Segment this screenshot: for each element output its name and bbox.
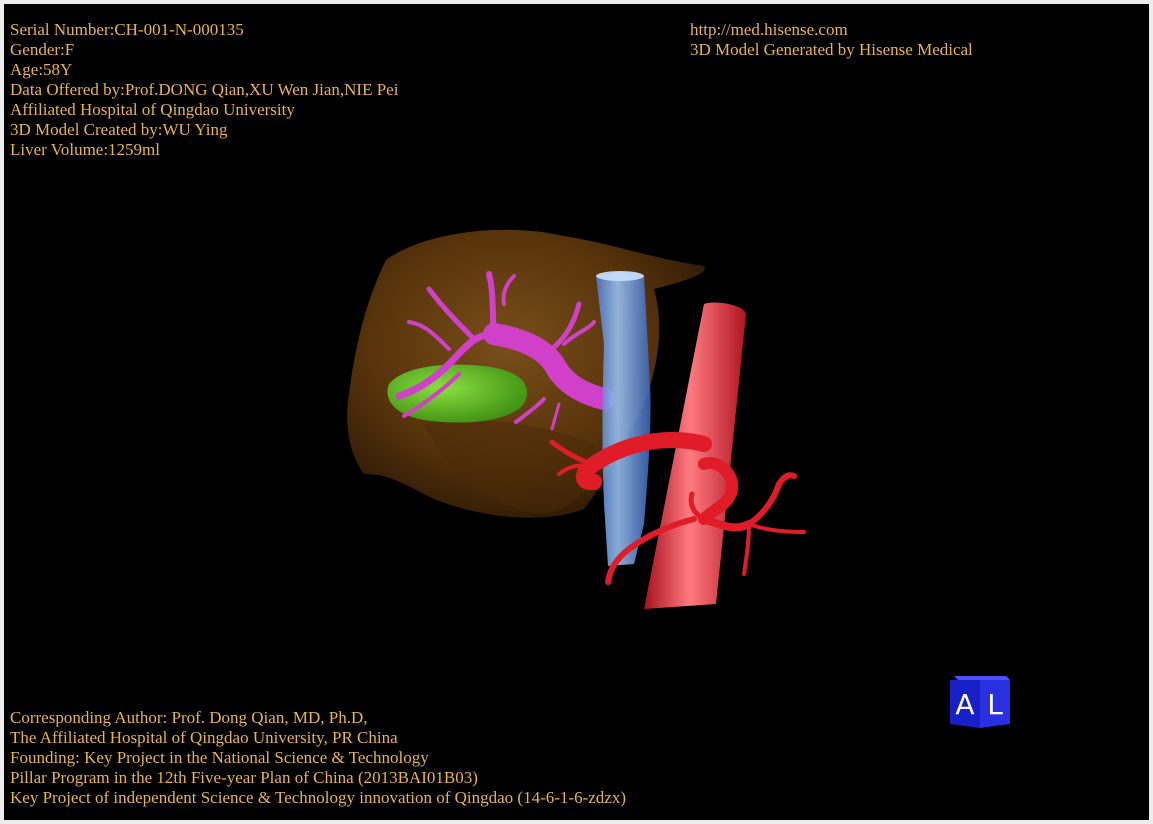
- age-label: Age:58Y: [10, 60, 73, 79]
- credit-line-3: Founding: Key Project in the National Sc…: [10, 748, 429, 767]
- generator-label: 3D Model Generated by Hisense Medical: [690, 40, 973, 59]
- credits-panel: Corresponding Author: Prof. Dong Qian, M…: [10, 708, 626, 808]
- credit-line-4: Pillar Program in the 12th Five-year Pla…: [10, 768, 478, 787]
- vena-cava-model[interactable]: [596, 271, 651, 566]
- branding-panel: http://med.hisense.com 3D Model Generate…: [690, 20, 973, 60]
- credit-line-1: Corresponding Author: Prof. Dong Qian, M…: [10, 708, 368, 727]
- orientation-face-a: A: [955, 688, 974, 721]
- gender-label: Gender:F: [10, 40, 75, 59]
- orientation-face-l: L: [987, 688, 1003, 721]
- liver-volume-label: Liver Volume:1259ml: [10, 140, 161, 159]
- model-created-by-label: 3D Model Created by:WU Ying: [10, 120, 228, 139]
- serial-number-label: Serial Number:CH-001-N-000135: [10, 20, 244, 39]
- credit-line-2: The Affiliated Hospital of Qingdao Unive…: [10, 728, 398, 747]
- data-offered-by-label: Data Offered by:Prof.DONG Qian,XU Wen Ji…: [10, 80, 399, 99]
- website-url: http://med.hisense.com: [690, 20, 848, 39]
- render-window[interactable]: Serial Number:CH-001-N-000135 Gender:F A…: [0, 0, 1153, 824]
- patient-info-panel: Serial Number:CH-001-N-000135 Gender:F A…: [10, 20, 398, 160]
- credit-line-5: Key Project of independent Science & Tec…: [10, 788, 626, 807]
- liver-model[interactable]: [347, 229, 705, 518]
- orientation-cube-icon[interactable]: A L: [946, 672, 1014, 730]
- hospital-label: Affiliated Hospital of Qingdao Universit…: [10, 100, 295, 119]
